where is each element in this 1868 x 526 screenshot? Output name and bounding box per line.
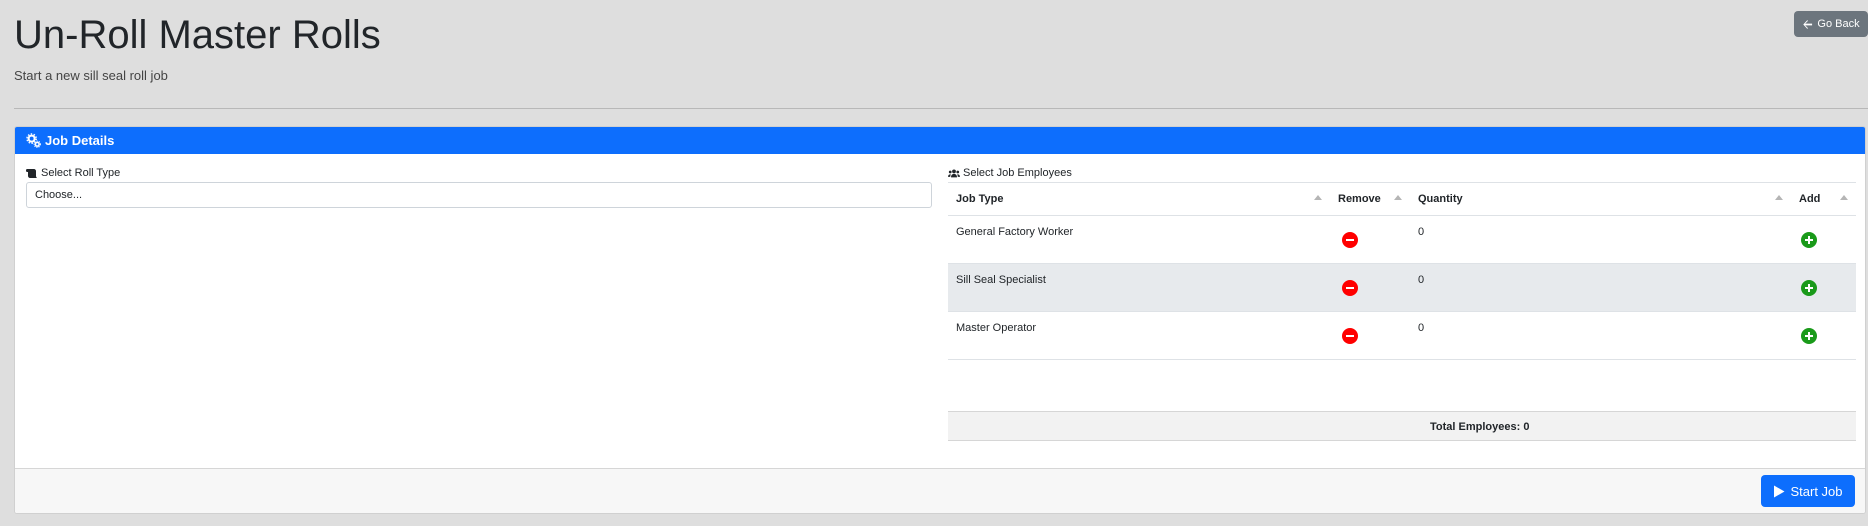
- roll-type-label-text: Select Roll Type: [41, 167, 121, 179]
- remove-employee-icon[interactable]: [1342, 232, 1358, 248]
- employees-label: Select Job Employees: [948, 166, 1856, 180]
- roll-type-select[interactable]: Choose...: [26, 182, 932, 208]
- sort-icon: [1314, 195, 1322, 200]
- quantity-cell: 0: [1410, 263, 1791, 312]
- remove-employee-icon[interactable]: [1342, 328, 1358, 344]
- page-title: Un-Roll Master Rolls: [14, 13, 381, 57]
- job-type-cell: Master Operator: [948, 311, 1330, 360]
- employees-label-text: Select Job Employees: [963, 167, 1072, 179]
- page-subtitle: Start a new sill seal roll job: [14, 68, 168, 83]
- card-footer: Start Job: [15, 468, 1865, 513]
- column-header-job-type[interactable]: Job Type: [948, 182, 1330, 216]
- job-type-cell: General Factory Worker: [948, 215, 1330, 264]
- table-row: Master Operator 0: [948, 311, 1856, 360]
- quantity-cell: 0: [1410, 215, 1791, 264]
- sort-icon: [1775, 195, 1783, 200]
- remove-employee-icon[interactable]: [1342, 280, 1358, 296]
- table-header-row: Job Type Remove Quantity Add: [948, 182, 1856, 216]
- job-type-cell: Sill Seal Specialist: [948, 263, 1330, 312]
- job-details-card: Job Details Select Roll Type Choose... S…: [14, 126, 1866, 514]
- total-employees-row: Total Employees: 0: [948, 411, 1856, 441]
- table-row: Sill Seal Specialist 0: [948, 263, 1856, 312]
- add-employee-icon[interactable]: [1801, 232, 1817, 248]
- sort-icon: [1840, 195, 1848, 200]
- add-employee-icon[interactable]: [1801, 280, 1817, 296]
- scroll-icon: [26, 168, 37, 178]
- start-job-button[interactable]: Start Job: [1761, 475, 1855, 507]
- column-header-quantity[interactable]: Quantity: [1410, 182, 1791, 216]
- header-divider: [14, 108, 1868, 109]
- employees-section: Select Job Employees Job Type Remove Qua…: [948, 166, 1856, 360]
- add-employee-icon[interactable]: [1801, 328, 1817, 344]
- users-icon: [948, 168, 960, 177]
- card-header: Job Details: [15, 127, 1865, 154]
- sort-icon: [1394, 195, 1402, 200]
- start-job-label: Start Job: [1790, 483, 1843, 499]
- go-back-label: Go Back: [1817, 18, 1860, 30]
- page-header: Un-Roll Master Rolls Start a new sill se…: [14, 12, 381, 83]
- arrow-left-icon: [1803, 19, 1813, 29]
- play-icon: [1774, 485, 1785, 497]
- employees-table: Job Type Remove Quantity Add General Fac…: [948, 182, 1856, 360]
- table-row: General Factory Worker 0: [948, 215, 1856, 264]
- roll-type-label: Select Roll Type: [26, 166, 932, 180]
- quantity-cell: 0: [1410, 311, 1791, 360]
- roll-type-section: Select Roll Type Choose...: [26, 166, 932, 208]
- column-header-add[interactable]: Add: [1791, 182, 1856, 216]
- gears-icon: [26, 133, 41, 148]
- card-title: Job Details: [45, 133, 115, 148]
- total-employees: Total Employees: 0: [1430, 421, 1530, 433]
- go-back-button[interactable]: Go Back: [1794, 11, 1868, 37]
- column-header-remove[interactable]: Remove: [1330, 182, 1410, 216]
